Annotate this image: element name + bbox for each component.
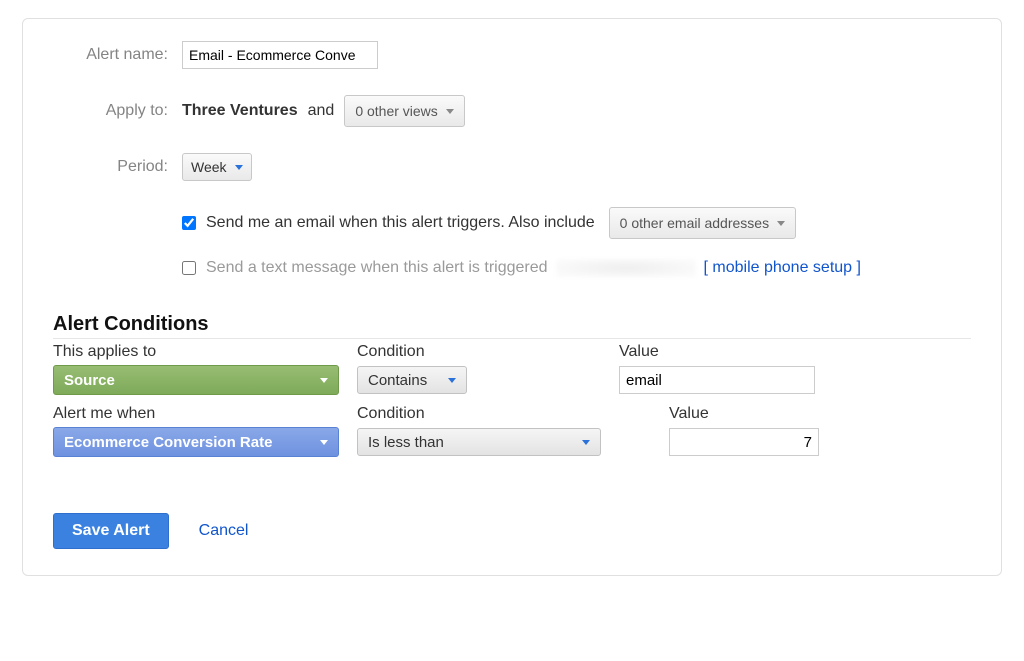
caret-down-icon [320,440,328,445]
period-label: Period: [53,158,182,176]
alert-value-input[interactable] [669,428,819,456]
row-apply-to: Apply to: Three Ventures and 0 other vie… [53,95,971,127]
alert-name-input[interactable] [182,41,378,69]
applies-to-dimension-select[interactable]: Source [53,365,339,395]
other-views-dropdown-label: 0 other views [355,103,437,119]
row-period: Period: Week [53,153,971,181]
row-sms-notify: Send a text message when this alert is t… [182,259,971,277]
row-email-notify: Send me an email when this alert trigger… [182,207,971,239]
button-row: Save Alert Cancel [53,513,971,549]
alert-name-label: Alert name: [53,46,182,64]
redacted-phone [556,259,696,277]
caret-down-icon [777,221,785,226]
email-notify-label: Send me an email when this alert trigger… [206,214,595,232]
applies-value-input[interactable] [619,366,815,394]
applies-to-header: This applies to [53,343,339,363]
mobile-phone-setup-link[interactable]: [ mobile phone setup ] [704,259,861,277]
caret-down-icon [448,378,456,383]
alert-condition-select[interactable]: Is less than [357,428,601,456]
alert-me-when-header: Alert me when [53,405,339,425]
alert-settings-panel: Alert name: Apply to: Three Ventures and… [22,18,1002,576]
other-emails-dropdown[interactable]: 0 other email addresses [609,207,796,239]
alert-metric-select[interactable]: Ecommerce Conversion Rate [53,427,339,457]
caret-down-icon [320,378,328,383]
alert-condition-label: Is less than [368,434,444,451]
email-notify-checkbox[interactable] [182,216,196,230]
sms-notify-label: Send a text message when this alert is t… [206,259,548,277]
value-header-1: Value [619,343,971,363]
caret-down-icon [446,109,454,114]
period-dropdown[interactable]: Week [182,153,252,181]
row-alert-name: Alert name: [53,41,971,69]
applies-condition-label: Contains [368,372,427,389]
cancel-link[interactable]: Cancel [199,522,249,540]
sms-notify-checkbox[interactable] [182,261,196,275]
apply-to-value: Three Ventures [182,102,298,120]
condition-header-1: Condition [357,343,601,363]
section-divider [53,338,971,339]
apply-to-label: Apply to: [53,102,182,120]
caret-down-icon [582,440,590,445]
period-dropdown-label: Week [191,159,227,175]
alert-conditions-title: Alert Conditions [53,313,971,336]
save-alert-button[interactable]: Save Alert [53,513,169,549]
caret-down-icon [235,165,243,170]
alert-metric-label: Ecommerce Conversion Rate [64,434,272,451]
value-header-2: Value [619,405,971,425]
applies-to-dimension-label: Source [64,372,115,389]
condition-header-2: Condition [357,405,601,425]
other-views-dropdown[interactable]: 0 other views [344,95,464,127]
applies-condition-select[interactable]: Contains [357,366,467,394]
other-emails-dropdown-label: 0 other email addresses [620,215,769,231]
alert-conditions-grid: This applies to Condition Value Source C… [53,343,971,457]
apply-to-and: and [308,102,335,120]
